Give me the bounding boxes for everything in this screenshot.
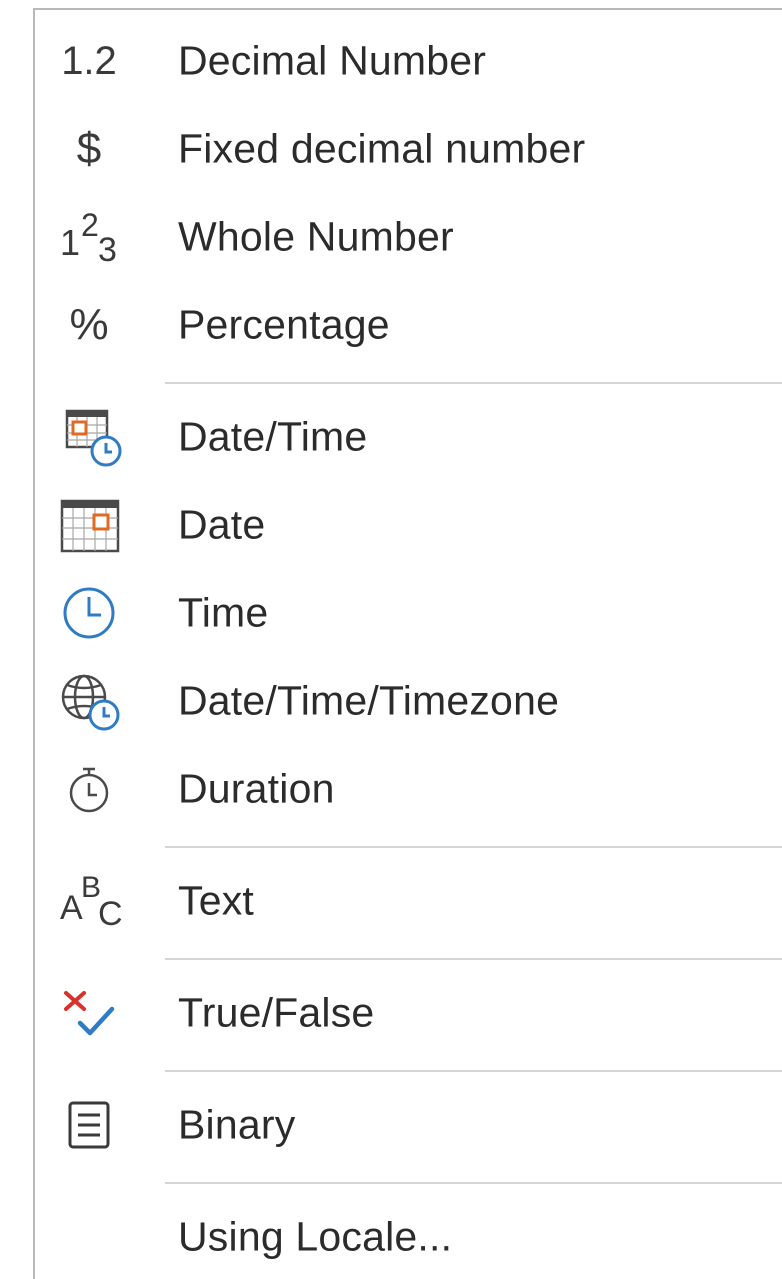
- true-false-icon: [45, 978, 133, 1048]
- globe-clock-icon: [45, 666, 133, 736]
- menu-item-fixed-decimal-number[interactable]: $ Fixed decimal number: [35, 106, 782, 192]
- menu-separator: [165, 1070, 782, 1072]
- menu-item-label: Date/Time/Timezone: [178, 677, 560, 724]
- menu-item-using-locale[interactable]: Using Locale...: [35, 1194, 782, 1279]
- whole-number-digit-3: 3: [98, 231, 117, 269]
- menu-item-date-time-timezone[interactable]: Date/Time/Timezone: [35, 658, 782, 744]
- menu-item-label: True/False: [178, 989, 375, 1036]
- whole-number-digit-2: 2: [81, 207, 99, 243]
- whole-number-icon: 1 2 3: [45, 202, 133, 272]
- menu-item-label: Fixed decimal number: [178, 125, 586, 172]
- text-icon-letter-a: A: [60, 889, 83, 927]
- menu-item-label: Decimal Number: [178, 37, 487, 84]
- whole-number-digit-1: 1: [60, 222, 81, 263]
- menu-separator: [165, 1182, 782, 1184]
- menu-item-label: Text: [178, 877, 254, 924]
- menu-item-date[interactable]: Date: [35, 482, 782, 568]
- menu-item-label: Percentage: [178, 301, 390, 348]
- decimal-number-icon: 1.2: [61, 39, 117, 83]
- text-icon-letter-c: C: [98, 895, 123, 933]
- clock-icon: [45, 578, 133, 648]
- menu-item-label: Date/Time: [178, 413, 368, 460]
- menu-item-label: Duration: [178, 765, 335, 812]
- calendar-icon: [45, 490, 133, 560]
- menu-item-binary[interactable]: Binary: [35, 1082, 782, 1168]
- menu-item-decimal-number[interactable]: 1.2 Decimal Number: [35, 18, 782, 104]
- percent-icon: %: [69, 300, 109, 349]
- menu-item-time[interactable]: Time: [35, 570, 782, 656]
- menu-item-label: Using Locale...: [178, 1213, 453, 1260]
- menu-separator: [165, 958, 782, 960]
- menu-item-duration[interactable]: Duration: [35, 746, 782, 832]
- menu-item-label: Binary: [178, 1101, 296, 1148]
- menu-item-date-time[interactable]: Date/Time: [35, 394, 782, 480]
- menu-item-label: Whole Number: [178, 213, 454, 260]
- data-type-context-menu: 1.2 Decimal Number $ Fixed decimal numbe…: [33, 8, 782, 1279]
- dollar-icon: $: [76, 124, 102, 173]
- menu-item-percentage[interactable]: % Percentage: [35, 282, 782, 368]
- menu-item-text[interactable]: A B C Text: [35, 858, 782, 944]
- menu-separator: [165, 382, 782, 384]
- menu-separator: [165, 846, 782, 848]
- menu-item-label: Time: [178, 589, 269, 636]
- text-abc-icon: A B C: [45, 866, 133, 936]
- menu-item-label: Date: [178, 501, 266, 548]
- calendar-clock-icon: [45, 402, 133, 472]
- binary-document-icon: [45, 1090, 133, 1160]
- menu-item-whole-number[interactable]: 1 2 3 Whole Number: [35, 194, 782, 280]
- menu-item-true-false[interactable]: True/False: [35, 970, 782, 1056]
- stopwatch-icon: [45, 754, 133, 824]
